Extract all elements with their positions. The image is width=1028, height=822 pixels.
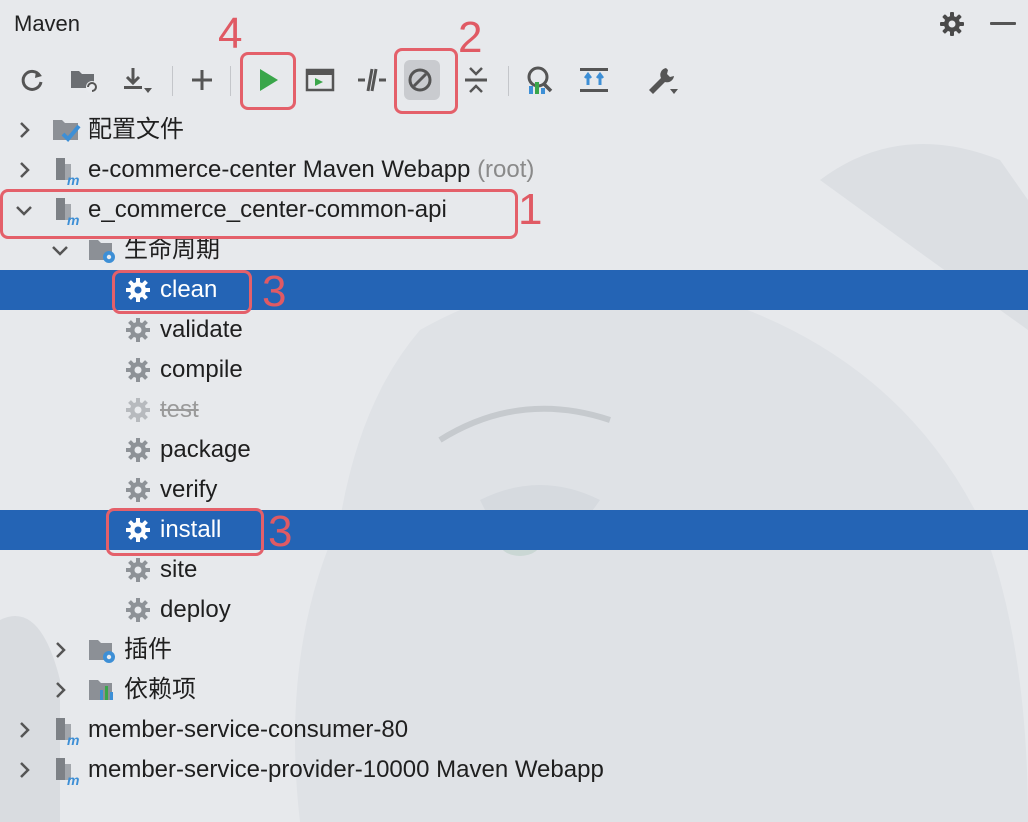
download-icon[interactable] [116, 52, 156, 108]
annotation-number-3: 3 [262, 267, 287, 316]
tree-row-dependencies[interactable]: 依赖项 [0, 670, 1028, 710]
tree-label: e_commerce_center-common-api [88, 196, 447, 223]
chevron-right-icon[interactable] [14, 760, 34, 780]
tree-label: validate [160, 316, 243, 343]
gear-icon [126, 598, 150, 622]
tree-row-root-project[interactable]: m e-commerce-center Maven Webapp (root) [0, 150, 1028, 190]
maven-module-icon: m [56, 718, 79, 746]
tree-row-goal-validate[interactable]: validate [0, 310, 1028, 350]
toggle-offline-icon[interactable] [352, 52, 392, 108]
toolbar-separator [508, 66, 509, 96]
tree-label: 插件 [124, 636, 172, 663]
chevron-right-icon[interactable] [50, 640, 70, 660]
chevron-right-icon[interactable] [14, 160, 34, 180]
generate-sources-icon[interactable] [64, 52, 104, 108]
tree-label: clean [160, 276, 218, 303]
run-icon[interactable] [248, 52, 288, 108]
chevron-right-icon[interactable] [14, 720, 34, 740]
panel-title: Maven [14, 11, 81, 36]
gear-icon [126, 398, 150, 422]
tree-label: 配置文件 [88, 116, 184, 143]
analyze-deps-icon[interactable] [520, 52, 560, 108]
svg-text:m: m [67, 172, 79, 186]
gear-icon [126, 478, 150, 502]
maven-toolbar [0, 52, 1028, 108]
tree-label: test [160, 396, 199, 423]
tree-row-profiles[interactable]: 配置文件 [0, 110, 1028, 150]
tree-row-provider-project[interactable]: m member-service-provider-10000 Maven We… [0, 750, 1028, 790]
annotation-number-2: 2 [458, 13, 483, 62]
chevron-down-icon[interactable] [50, 240, 70, 260]
toolbar-separator [172, 66, 173, 96]
tree-label: compile [160, 356, 243, 383]
tree-row-goal-install[interactable]: install [0, 510, 1028, 550]
gear-icon [126, 318, 150, 342]
chevron-down-icon[interactable] [14, 200, 34, 220]
tree-label: e-commerce-center Maven Webapp (root) [88, 156, 535, 183]
tree-row-goal-compile[interactable]: compile [0, 350, 1028, 390]
gear-icon [126, 518, 150, 542]
plugins-folder-icon [89, 640, 115, 663]
dependencies-icon [89, 680, 113, 700]
minimize-icon[interactable] [990, 22, 1016, 25]
annotation-number-1: 1 [518, 185, 543, 234]
tree-label: deploy [160, 596, 231, 623]
gear-icon [126, 438, 150, 462]
tree-label: package [160, 436, 251, 463]
svg-text:m: m [67, 212, 79, 226]
tree-row-consumer-project[interactable]: m member-service-consumer-80 [0, 710, 1028, 750]
tree-label: 生命周期 [124, 236, 220, 263]
tree-row-goal-site[interactable]: site [0, 550, 1028, 590]
tree-label: install [160, 516, 222, 543]
tree-row-plugins[interactable]: 插件 [0, 630, 1028, 670]
tree-row-api-project[interactable]: m e_commerce_center-common-api [0, 190, 1028, 230]
chevron-right-icon[interactable] [50, 680, 70, 700]
maven-module-icon: m [56, 158, 79, 186]
tree-row-goal-clean[interactable]: clean [0, 270, 1028, 310]
reload-icon[interactable] [12, 52, 52, 108]
add-icon[interactable] [182, 52, 222, 108]
tree-label: member-service-provider-10000 Maven Weba… [88, 756, 604, 783]
profiles-folder-icon [53, 120, 81, 142]
tree-label: 依赖项 [124, 676, 196, 703]
settings-icon[interactable] [642, 52, 682, 108]
tree-row-goal-test[interactable]: test [0, 390, 1028, 430]
tree-row-lifecycle[interactable]: 生命周期 [0, 230, 1028, 270]
tree-label: member-service-consumer-80 [88, 716, 409, 743]
maven-module-icon: m [56, 758, 79, 786]
gear-icon [126, 358, 150, 382]
execute-goal-icon[interactable] [300, 52, 340, 108]
toolbar-separator [230, 66, 231, 96]
gear-icon [126, 558, 150, 582]
tree-row-goal-package[interactable]: package [0, 430, 1028, 470]
annotation-number-3: 3 [268, 507, 293, 556]
chevron-right-icon[interactable] [14, 120, 34, 140]
gear-icon [126, 278, 150, 302]
panel-header: Maven [0, 0, 1028, 50]
svg-text:m: m [67, 732, 79, 746]
show-deps-icon[interactable] [574, 52, 614, 108]
tree-label: verify [160, 476, 218, 503]
maven-module-icon: m [56, 198, 79, 226]
tree-row-goal-verify[interactable]: verify [0, 470, 1028, 510]
gear-icon[interactable] [938, 10, 966, 38]
tree-row-goal-deploy[interactable]: deploy [0, 590, 1028, 630]
skip-tests-icon[interactable] [400, 52, 440, 108]
lifecycle-folder-icon [89, 240, 115, 263]
tree-label: site [160, 556, 198, 583]
svg-text:m: m [67, 772, 79, 786]
annotation-number-4: 4 [218, 9, 243, 58]
